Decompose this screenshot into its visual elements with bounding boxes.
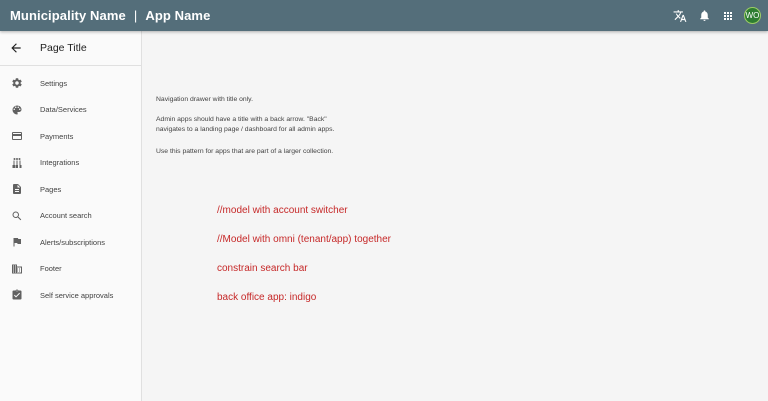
gear-icon — [10, 76, 24, 90]
sidebar-item-label: Payments — [40, 131, 74, 141]
building-icon — [10, 262, 24, 276]
tune-icon — [10, 156, 24, 170]
notifications-icon[interactable] — [693, 5, 715, 27]
municipality-name: Municipality Name — [10, 8, 126, 23]
page-title: Page Title — [40, 42, 87, 54]
sidebar-item-label: Pages — [40, 184, 62, 194]
drawer-nav-list: Settings Data/Services Payments Integrat… — [0, 70, 141, 309]
sidebar-item-settings[interactable]: Settings — [0, 70, 141, 97]
apps-grid-icon[interactable] — [717, 5, 739, 27]
description-line: Navigation drawer with title only. — [156, 96, 253, 103]
description-line: navigates to a landing page / dashboard … — [156, 126, 335, 133]
clipboard-check-icon — [10, 288, 24, 302]
appbar-actions: WO — [667, 5, 761, 27]
sidebar-item-account-search[interactable]: Account search — [0, 203, 141, 230]
sidebar-item-label: Alerts/subscriptions — [40, 237, 106, 247]
palette-icon — [10, 103, 24, 117]
credit-card-icon — [10, 129, 24, 143]
description-line: Use this pattern for apps that are part … — [156, 148, 334, 155]
sidebar-item-label: Footer — [40, 264, 62, 274]
app-bar: Municipality Name | App Name WO — [0, 0, 768, 31]
page-icon — [10, 182, 24, 196]
sidebar-item-alerts-subscriptions[interactable]: Alerts/subscriptions — [0, 229, 141, 256]
sidebar-item-label: Data/Services — [40, 105, 87, 115]
design-note: constrain search bar — [217, 263, 308, 274]
back-arrow-icon[interactable] — [8, 40, 24, 56]
sidebar-item-label: Self service approvals — [40, 290, 114, 300]
sidebar-item-label: Account search — [40, 211, 92, 221]
main-content: Navigation drawer with title only. Admin… — [142, 31, 768, 401]
description-line: Admin apps should have a title with a ba… — [156, 116, 327, 123]
drawer-header: Page Title — [0, 31, 141, 66]
sidebar-item-self-service-approvals[interactable]: Self service approvals — [0, 282, 141, 309]
sidebar-item-data-services[interactable]: Data/Services — [0, 97, 141, 124]
sidebar-item-integrations[interactable]: Integrations — [0, 150, 141, 177]
flag-icon — [10, 235, 24, 249]
sidebar-item-label: Integrations — [40, 158, 80, 168]
title-separator: | — [133, 8, 138, 23]
sidebar-item-label: Settings — [40, 78, 68, 88]
sidebar-item-pages[interactable]: Pages — [0, 176, 141, 203]
translate-icon[interactable] — [669, 5, 691, 27]
search-icon — [10, 209, 24, 223]
avatar[interactable]: WO — [744, 7, 761, 24]
design-note: //model with account switcher — [217, 205, 348, 216]
navigation-drawer: Page Title Settings Data/Services Paymen… — [0, 31, 142, 401]
sidebar-item-payments[interactable]: Payments — [0, 123, 141, 150]
sidebar-item-footer[interactable]: Footer — [0, 256, 141, 283]
design-note: //Model with omni (tenant/app) together — [217, 234, 391, 245]
app-title: Municipality Name | App Name — [10, 8, 210, 23]
app-name: App Name — [145, 8, 211, 23]
design-note: back office app: indigo — [217, 292, 317, 303]
